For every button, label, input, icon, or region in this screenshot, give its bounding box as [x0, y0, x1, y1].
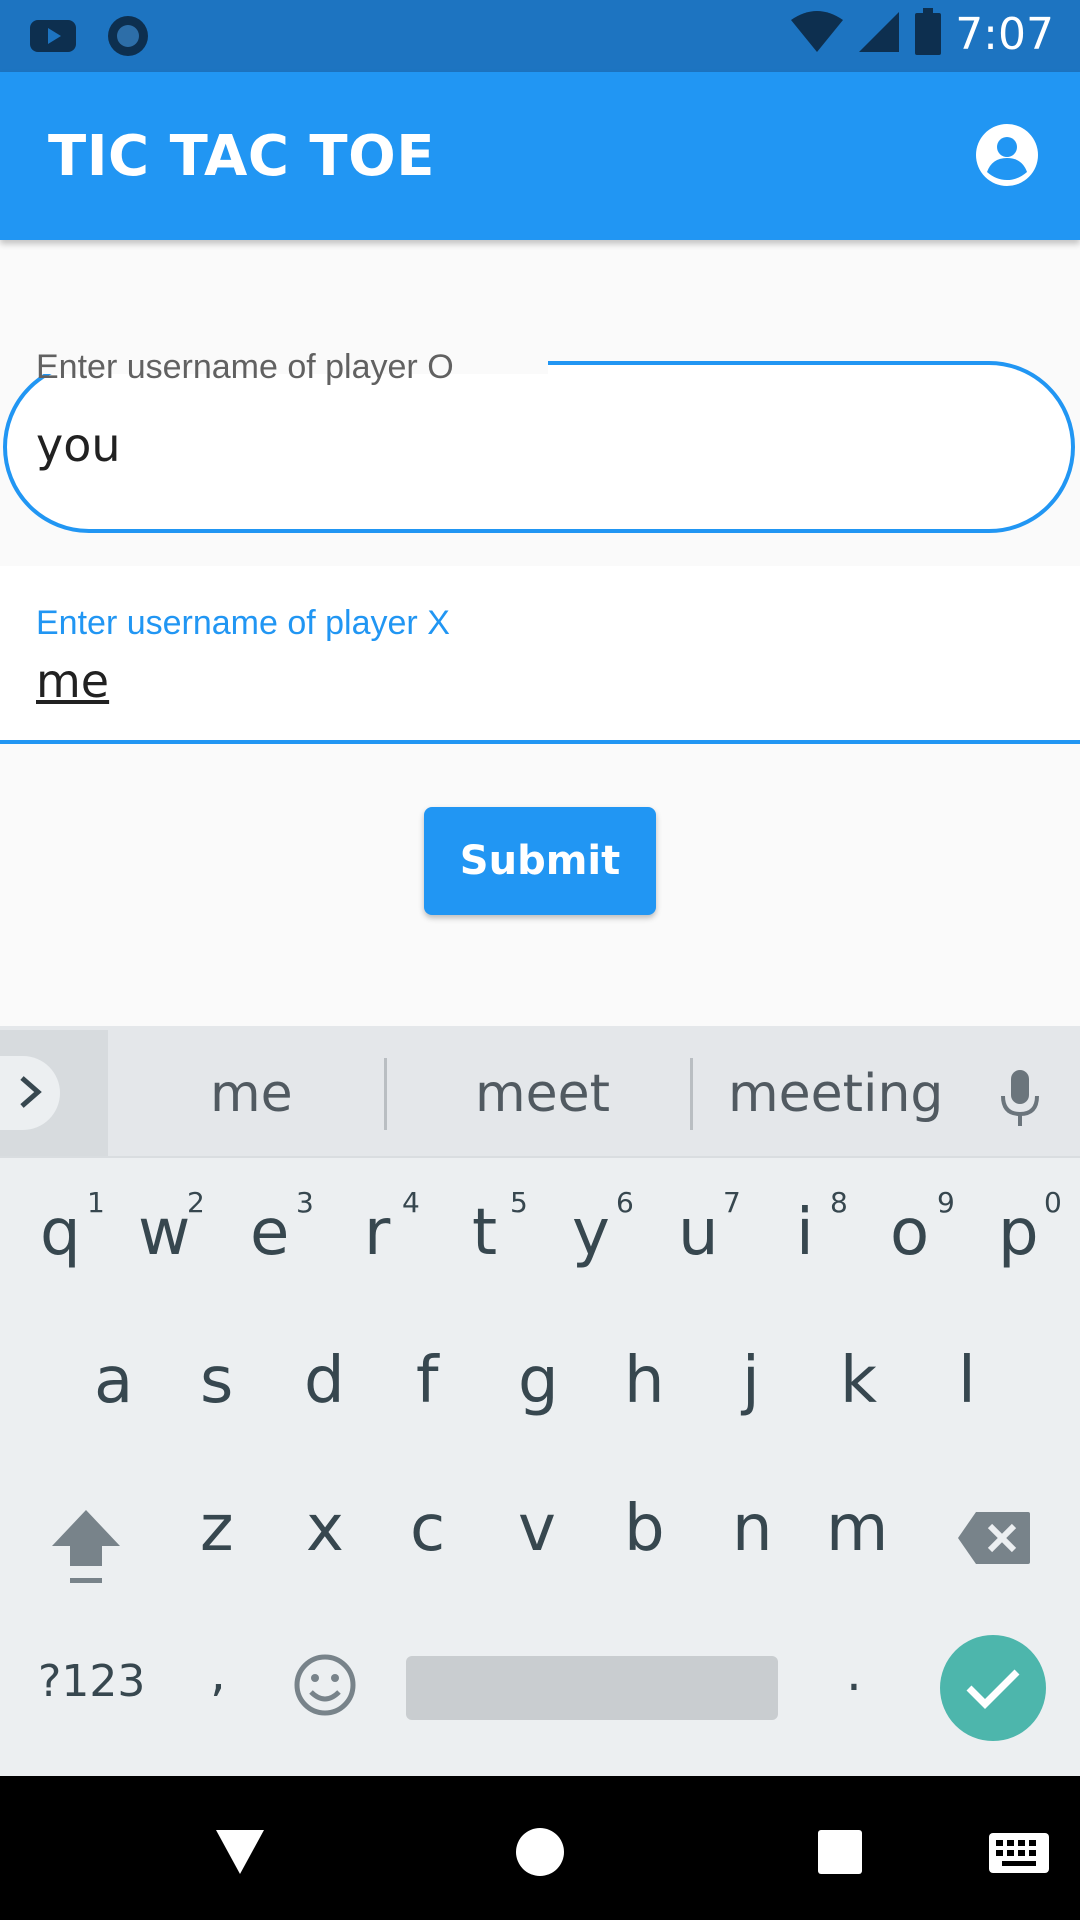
submit-button[interactable]: Submit — [424, 807, 656, 915]
shift-icon[interactable] — [48, 1506, 124, 1590]
key-i[interactable]: i — [796, 1196, 814, 1270]
expand-suggestions-button[interactable] — [0, 1030, 108, 1156]
status-bar: 7:07 — [0, 0, 1080, 72]
key-hint: 6 — [616, 1186, 634, 1219]
key-l[interactable]: l — [958, 1344, 976, 1418]
key-o[interactable]: o — [890, 1196, 929, 1270]
symbols-key[interactable]: ?123 — [38, 1656, 145, 1707]
key-m[interactable]: m — [826, 1492, 888, 1566]
battery-icon — [913, 8, 943, 61]
suggestion-bar: me meet meeting — [0, 1026, 1080, 1158]
key-t[interactable]: t — [472, 1196, 497, 1270]
suggestion-divider — [690, 1058, 693, 1130]
circle-app-icon — [106, 14, 150, 63]
done-button[interactable] — [940, 1635, 1046, 1741]
period-key[interactable]: . — [846, 1644, 862, 1702]
key-hint: 3 — [296, 1186, 314, 1219]
key-q[interactable]: q — [40, 1196, 81, 1270]
key-k[interactable]: k — [840, 1344, 877, 1418]
key-e[interactable]: e — [250, 1196, 289, 1270]
key-u[interactable]: u — [678, 1196, 719, 1270]
key-a[interactable]: a — [94, 1344, 133, 1418]
suggestion-1[interactable]: me — [210, 1064, 293, 1124]
key-x[interactable]: x — [306, 1492, 344, 1566]
key-d[interactable]: d — [304, 1344, 345, 1418]
player-x-value[interactable]: me — [36, 654, 109, 708]
home-icon[interactable] — [514, 1826, 566, 1878]
wifi-icon — [789, 10, 845, 59]
suggestion-2[interactable]: meet — [475, 1064, 610, 1124]
key-v[interactable]: v — [518, 1492, 556, 1566]
signal-icon — [857, 10, 901, 59]
key-hint: 4 — [402, 1186, 420, 1219]
back-icon[interactable] — [214, 1828, 266, 1876]
key-hint: 8 — [830, 1186, 848, 1219]
player-o-value[interactable]: you — [36, 418, 121, 472]
player-x-input[interactable] — [0, 566, 1080, 744]
key-hint: 1 — [87, 1186, 105, 1219]
app-bar: TIC TAC TOE — [0, 72, 1080, 240]
player-o-label: Enter username of player O — [36, 348, 454, 386]
key-z[interactable]: z — [200, 1492, 234, 1566]
app-title: TIC TAC TOE — [48, 124, 435, 189]
key-c[interactable]: c — [410, 1492, 445, 1566]
key-hint: 5 — [510, 1186, 528, 1219]
account-circle-icon — [976, 124, 1038, 186]
check-icon — [966, 1669, 1020, 1709]
key-g[interactable]: g — [518, 1344, 559, 1418]
suggestion-divider — [384, 1058, 387, 1130]
space-bar[interactable] — [406, 1656, 778, 1720]
key-hint: 0 — [1044, 1186, 1062, 1219]
key-h[interactable]: h — [624, 1344, 665, 1418]
navigation-bar — [0, 1776, 1080, 1920]
comma-key[interactable]: , — [210, 1644, 226, 1702]
soft-keyboard: me meet meeting 1 2 3 4 5 6 7 8 9 0 q w … — [0, 1026, 1080, 1776]
key-n[interactable]: n — [732, 1492, 773, 1566]
suggestion-3[interactable]: meeting — [728, 1064, 943, 1124]
key-b[interactable]: b — [624, 1492, 665, 1566]
key-hint: 9 — [937, 1186, 955, 1219]
key-hint: 7 — [723, 1186, 741, 1219]
recents-icon[interactable] — [816, 1828, 864, 1876]
microphone-icon[interactable] — [998, 1068, 1042, 1128]
player-x-label: Enter username of player X — [36, 604, 450, 642]
keyboard-switch-icon[interactable] — [988, 1832, 1050, 1874]
key-s[interactable]: s — [200, 1344, 233, 1418]
key-y[interactable]: y — [572, 1196, 610, 1270]
backspace-icon[interactable] — [956, 1510, 1032, 1566]
key-r[interactable]: r — [364, 1196, 390, 1270]
youtube-icon — [28, 16, 78, 61]
key-f[interactable]: f — [416, 1344, 439, 1418]
account-button[interactable] — [974, 122, 1040, 188]
status-time: 7:07 — [955, 9, 1054, 60]
chevron-right-icon — [20, 1076, 42, 1108]
key-w[interactable]: w — [138, 1196, 190, 1270]
key-p[interactable]: p — [998, 1196, 1039, 1270]
emoji-icon[interactable] — [292, 1652, 358, 1718]
key-j[interactable]: j — [742, 1344, 760, 1418]
